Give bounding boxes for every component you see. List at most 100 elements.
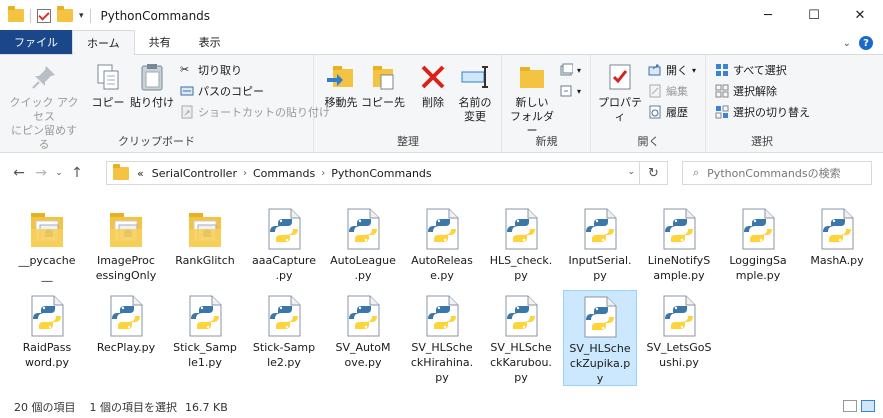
file-item[interactable]: Stick_Samp le1.py	[168, 290, 242, 370]
folder-item[interactable]: __pycache __	[10, 203, 84, 283]
quick-access-toolbar: ▾	[0, 6, 91, 23]
delete-label: 削除	[422, 96, 444, 109]
forward-arrow-icon[interactable]: →	[30, 165, 52, 181]
window-title: PythonCommands	[100, 8, 211, 23]
file-item[interactable]: LineNotifyS ample.py	[642, 203, 716, 283]
file-name: ImageProc essingOnly	[95, 254, 157, 282]
folder-icon	[8, 6, 24, 22]
folder-item[interactable]: RankGlitch	[168, 203, 242, 268]
file-item[interactable]: AutoReleas e.py	[405, 203, 479, 283]
invert-selection-label: 選択の切り替え	[733, 106, 810, 119]
properties-button[interactable]: プロパティ	[596, 61, 644, 124]
organize-group-label: 整理	[397, 135, 419, 148]
file-item[interactable]: MashA.py	[800, 203, 874, 268]
customize-quick-access-dropdown[interactable]: ▾	[79, 11, 84, 21]
python-file-icon	[343, 207, 383, 251]
select-none-button[interactable]: 選択解除	[715, 82, 777, 100]
search-input[interactable]: ⌕ PythonCommandsの検索	[682, 161, 872, 185]
python-file-icon	[501, 207, 541, 251]
properties-label: プロパティ	[598, 96, 642, 123]
paste-shortcut-button[interactable]: ショートカットの貼り付け	[180, 103, 330, 121]
delete-button[interactable]: 削除	[415, 61, 451, 110]
move-to-label: 移動先	[324, 96, 358, 109]
breadcrumb-pythoncommands[interactable]: PythonCommands	[331, 167, 431, 180]
copy-to-button[interactable]: コピー先	[361, 61, 405, 110]
address-dropdown-icon[interactable]: ⌄	[627, 167, 635, 177]
breadcrumb-commands[interactable]: Commands	[253, 167, 315, 180]
tab-file[interactable]: ファイル	[0, 30, 72, 54]
easy-access-button[interactable]: ▾	[559, 82, 581, 100]
details-view-icon[interactable]	[843, 400, 857, 412]
close-button[interactable]: ✕	[837, 0, 883, 31]
file-name: SV_HLSche ckZupika.p y	[569, 342, 631, 385]
back-arrow-icon[interactable]: ←	[8, 165, 30, 181]
file-item[interactable]: RecPlay.py	[89, 290, 163, 355]
file-name: RaidPass word.py	[22, 341, 72, 369]
select-all-button[interactable]: すべて選択	[715, 61, 787, 79]
expand-ribbon-chevron-icon[interactable]: ⌄	[843, 38, 851, 49]
minimize-button[interactable]: ─	[745, 0, 791, 31]
address-bar[interactable]: « SerialController › Commands › PythonCo…	[106, 161, 668, 185]
large-icons-view-icon[interactable]	[861, 400, 875, 412]
tab-home[interactable]: ホーム	[72, 30, 135, 55]
cut-button[interactable]: ✂ 切り取り	[180, 61, 242, 79]
refresh-icon[interactable]: ↻	[639, 162, 667, 184]
python-file-icon	[817, 207, 857, 251]
paste-button[interactable]: 貼り付け	[130, 61, 174, 110]
new-folder-button[interactable]: 新しい フォルダー	[507, 61, 557, 138]
folder-item[interactable]: ImageProc essingOnly	[89, 203, 163, 283]
pin-label-line1: クイック アクセス	[9, 96, 79, 123]
breadcrumb-separator-icon[interactable]: ›	[243, 168, 247, 179]
breadcrumb-serialcontroller[interactable]: SerialController	[152, 167, 237, 180]
history-button[interactable]: 履歴	[648, 103, 688, 121]
maximize-button[interactable]: ☐	[791, 0, 837, 31]
file-item[interactable]: InputSerial. py	[563, 203, 637, 283]
up-arrow-icon[interactable]: ↑	[66, 165, 88, 181]
new-folder-quick-icon[interactable]	[57, 6, 73, 22]
file-item[interactable]: HLS_check. py	[484, 203, 558, 283]
organize-group: 移動先 コピー先 削除 名前の 変更 整理	[315, 55, 502, 153]
file-item[interactable]: SV_HLSche ckKarubou. py	[484, 290, 558, 385]
file-item[interactable]: aaaCapture .py	[247, 203, 321, 283]
file-name: LoggingSa mple.py	[729, 254, 787, 282]
new-item-button[interactable]: ▾	[559, 61, 581, 79]
properties-quick-icon[interactable]	[37, 8, 51, 23]
file-item[interactable]: LoggingSa mple.py	[721, 203, 795, 283]
file-item[interactable]: RaidPass word.py	[10, 290, 84, 370]
file-item[interactable]: SV_HLSche ckZupika.p y	[563, 290, 637, 386]
paste-shortcut-icon	[180, 105, 194, 119]
new-item-icon	[559, 63, 574, 77]
invert-selection-button[interactable]: 選択の切り替え	[715, 103, 810, 121]
new-group-label: 新規	[535, 135, 558, 148]
tab-view[interactable]: 表示	[185, 30, 235, 54]
python-file-icon	[264, 207, 304, 251]
selected-size: 16.7 KB	[185, 400, 228, 414]
edit-button[interactable]: 編集	[648, 82, 688, 100]
delete-icon	[417, 61, 449, 93]
file-item[interactable]: SV_LetsGoS ushi.py	[642, 290, 716, 370]
python-file-icon	[422, 207, 462, 251]
rename-button[interactable]: 名前の 変更	[453, 61, 497, 124]
file-name: SV_HLSche ckKarubou. py	[490, 341, 552, 384]
copy-path-button[interactable]: パスのコピー	[180, 82, 264, 100]
status-bar: 20 個の項目 1 個の項目を選択 16.7 KB	[0, 396, 883, 418]
file-item[interactable]: Stick-Samp le2.py	[247, 290, 321, 370]
search-icon: ⌕	[693, 166, 700, 179]
help-icon[interactable]: ?	[859, 36, 873, 50]
file-item[interactable]: SV_AutoM ove.py	[326, 290, 400, 370]
open-dropdown-icon: ▾	[692, 65, 697, 75]
select-none-icon	[715, 84, 729, 98]
open-button[interactable]: 開く ▾	[648, 61, 696, 79]
copy-button[interactable]: コピー	[90, 61, 126, 110]
move-to-button[interactable]: 移動先	[321, 61, 361, 110]
recent-locations-dropdown-icon[interactable]: ⌄	[52, 168, 66, 178]
file-item[interactable]: SV_HLSche ckHirahina. py	[405, 290, 479, 385]
select-all-label: すべて選択	[733, 64, 787, 77]
python-file-icon	[580, 295, 620, 339]
easy-access-icon	[559, 84, 573, 98]
breadcrumb-separator-icon[interactable]: ›	[321, 168, 325, 179]
breadcrumb-overflow[interactable]: «	[137, 167, 144, 180]
file-item[interactable]: AutoLeague .py	[326, 203, 400, 283]
tab-share[interactable]: 共有	[135, 30, 185, 54]
invert-selection-icon	[715, 105, 729, 119]
